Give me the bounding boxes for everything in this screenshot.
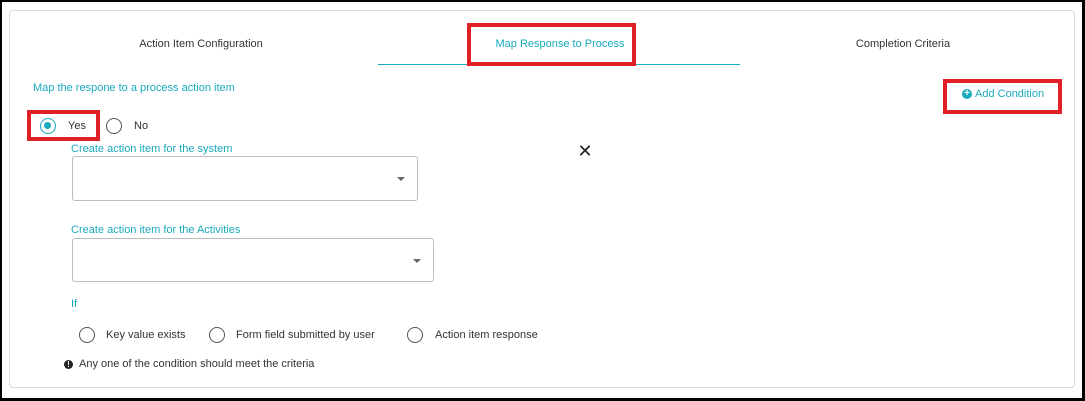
radio-action-item-response[interactable] bbox=[407, 327, 423, 343]
chevron-down-icon bbox=[397, 177, 405, 181]
close-icon[interactable]: ✕ bbox=[577, 142, 593, 160]
radio-key-value-exists-label: Key value exists bbox=[106, 329, 186, 341]
radio-key-value-exists[interactable] bbox=[79, 327, 95, 343]
radio-form-field-submitted[interactable] bbox=[209, 327, 225, 343]
section-title: Map the respone to a process action item bbox=[33, 82, 235, 94]
radio-no[interactable] bbox=[106, 118, 122, 134]
system-select-label: Create action item for the system bbox=[71, 143, 233, 155]
tab-action-item-configuration[interactable]: Action Item Configuration bbox=[136, 38, 266, 50]
highlight-box-tab bbox=[467, 23, 636, 66]
activities-select-label: Create action item for the Activities bbox=[71, 224, 241, 236]
if-label: If bbox=[71, 298, 78, 310]
tab-completion-criteria[interactable]: Completion Criteria bbox=[853, 38, 953, 50]
radio-no-label: No bbox=[134, 120, 149, 132]
info-icon: ! bbox=[64, 360, 73, 369]
system-select[interactable] bbox=[72, 156, 418, 201]
highlight-box-add-condition bbox=[943, 79, 1062, 114]
chevron-down-icon bbox=[413, 259, 421, 263]
criteria-note: Any one of the condition should meet the… bbox=[79, 358, 315, 370]
activities-select[interactable] bbox=[72, 238, 434, 282]
highlight-box-yes bbox=[27, 110, 100, 141]
radio-form-field-submitted-label: Form field submitted by user bbox=[236, 329, 375, 341]
radio-action-item-response-label: Action item response bbox=[435, 329, 538, 341]
